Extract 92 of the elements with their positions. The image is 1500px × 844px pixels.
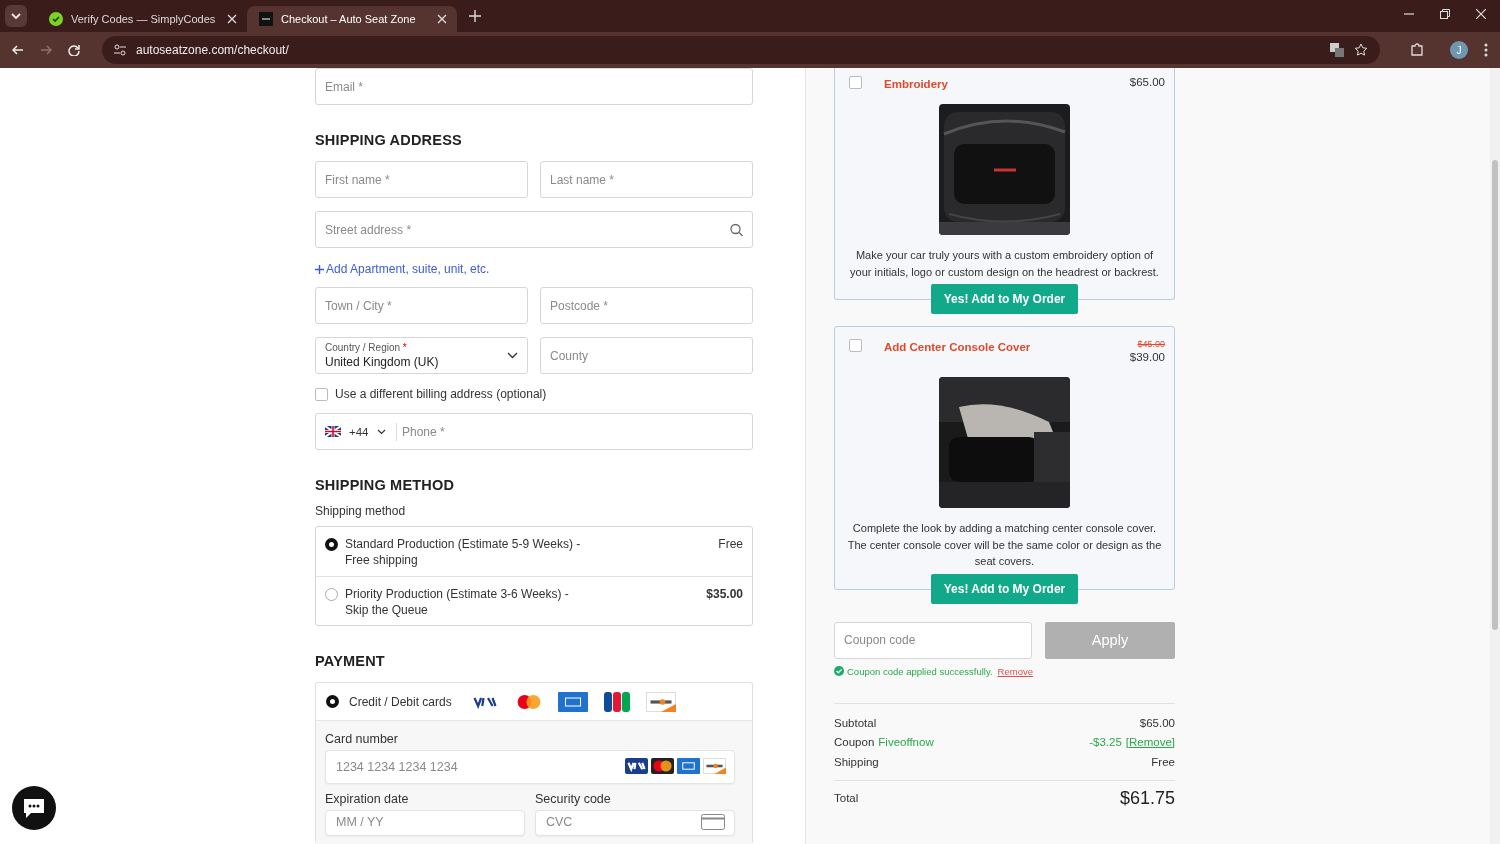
payment-method-label: Credit / Debit cards xyxy=(349,694,452,709)
chevron-down-icon xyxy=(507,352,518,359)
field-label: Country / Region * xyxy=(325,342,408,353)
forward-icon xyxy=(40,44,52,56)
upsell-title: Add Center Console Cover xyxy=(884,340,1032,353)
checkmark-icon xyxy=(49,12,63,26)
new-tab-icon[interactable] xyxy=(469,10,481,22)
country-select[interactable]: Country / Region * United Kingdom (UK) xyxy=(315,337,528,374)
jcb-logo-icon xyxy=(601,691,632,712)
old-price: $45.00 xyxy=(1137,339,1165,349)
card-icon xyxy=(701,814,725,830)
street-address-field[interactable]: Street address * xyxy=(315,211,753,248)
chevron-down-icon xyxy=(376,428,386,435)
site-icon xyxy=(259,12,273,26)
shipping-option[interactable]: Priority Production (Estimate 3-6 Weeks) - Skip the Queue $35.00 xyxy=(316,576,752,625)
upsell-title: Embroidery xyxy=(884,77,949,90)
option-label: Priority Production (Estimate 3-6 Weeks) - Skip the Queue xyxy=(345,586,570,618)
translate-icon[interactable] xyxy=(1330,43,1344,57)
select-value: United Kingdom (UK) xyxy=(325,355,440,369)
radio-button[interactable] xyxy=(325,538,338,551)
add-apartment-link[interactable]: Add Apartment, suite, unit, etc. xyxy=(315,262,490,276)
success-message: Coupon code applied successfully. xyxy=(847,665,993,677)
mastercard-logo-icon xyxy=(651,758,674,774)
first-name-field[interactable]: First name * xyxy=(315,161,528,198)
section-heading: SHIPPING ADDRESS xyxy=(315,132,463,148)
address-bar[interactable]: autoseatzone.com/checkout/ xyxy=(102,36,1380,64)
flag-icon xyxy=(325,426,341,437)
discover-logo-icon xyxy=(645,691,676,712)
close-icon[interactable] xyxy=(437,14,447,24)
country-code-select[interactable]: +44 xyxy=(325,422,397,441)
checkbox[interactable] xyxy=(849,76,862,89)
browser-tab[interactable]: Verify Codes — SimplyCodes xyxy=(37,6,247,32)
expiration-field[interactable]: MM / YY xyxy=(325,810,525,836)
visa-logo-icon xyxy=(625,758,648,774)
town-field[interactable]: Town / City * xyxy=(315,287,528,324)
price: $39.00 xyxy=(1129,351,1165,363)
option-price: Free xyxy=(718,536,743,552)
security-code-field[interactable]: CVC xyxy=(535,810,735,836)
upsell-description: Make your car truly yours with a custom embroidery option of your initials, logo or custom design on the headrest or backrest. xyxy=(849,248,1160,280)
county-field[interactable]: County xyxy=(540,337,753,374)
scroll-thumb[interactable] xyxy=(1492,160,1498,630)
option-price: $35.00 xyxy=(706,586,743,602)
radio-button[interactable] xyxy=(325,588,338,601)
shipping-label: Shipping xyxy=(834,754,879,770)
close-icon[interactable] xyxy=(227,14,237,24)
scrollbar[interactable] xyxy=(1490,68,1500,844)
discover-logo-icon xyxy=(703,758,726,774)
last-name-field[interactable]: Last name * xyxy=(540,161,753,198)
close-icon[interactable] xyxy=(1476,9,1486,19)
radio-button[interactable] xyxy=(326,695,339,708)
total-label: Total xyxy=(834,791,859,806)
coupon-code: Fiveoffnow xyxy=(878,735,934,750)
site-settings-icon xyxy=(114,44,126,56)
tab-title: Verify Codes — SimplyCodes xyxy=(71,13,217,25)
field-label: Security code xyxy=(535,792,612,806)
chat-icon xyxy=(22,797,46,819)
reload-icon[interactable] xyxy=(68,44,80,56)
checkbox[interactable] xyxy=(315,387,328,401)
email-field[interactable]: Email * xyxy=(315,68,753,105)
subtotal-value: $65.00 xyxy=(1139,715,1175,731)
search-icon xyxy=(730,223,743,236)
total-value: $61.75 xyxy=(1119,789,1175,809)
url-text: autoseatzone.com/checkout/ xyxy=(136,43,289,57)
subtotal-label: Subtotal xyxy=(834,715,877,731)
postcode-field[interactable]: Postcode * xyxy=(540,287,753,324)
discount-value: -$3.25 xyxy=(1089,735,1122,750)
upsell-description: Complete the look by adding a matching center console cover. The center console cover will be the same color or design as the seat covers. xyxy=(846,521,1163,569)
field-label: Shipping method xyxy=(315,504,407,518)
checkbox[interactable] xyxy=(849,339,862,352)
coupon-label: Coupon xyxy=(834,735,875,750)
option-label: Standard Production (Estimate 5-9 Weeks) - Free shipping xyxy=(345,536,582,568)
success-icon xyxy=(834,666,844,676)
restore-icon[interactable] xyxy=(1440,9,1450,19)
chat-button[interactable] xyxy=(12,786,56,830)
tab-list-icon[interactable] xyxy=(5,5,27,27)
amex-logo-icon xyxy=(677,758,700,774)
back-icon[interactable] xyxy=(12,44,24,56)
browser-tab[interactable]: Checkout – Auto Seat Zone xyxy=(247,6,457,32)
field-label: Expiration date xyxy=(325,792,410,806)
field-label: Card number xyxy=(325,732,399,746)
amex-logo-icon xyxy=(557,691,588,712)
tab-title: Checkout – Auto Seat Zone xyxy=(281,13,417,25)
plus-icon xyxy=(315,264,324,274)
puzzle-icon[interactable] xyxy=(1410,43,1424,57)
more-icon[interactable] xyxy=(1484,43,1488,57)
shipping-value: Free xyxy=(1151,754,1175,770)
checkbox-label: Use a different billing address (optional) xyxy=(335,387,547,401)
section-heading: PAYMENT xyxy=(315,653,386,669)
star-icon[interactable] xyxy=(1354,43,1368,57)
shipping-option[interactable]: Standard Production (Estimate 5-9 Weeks) - Free shipping Free xyxy=(316,527,752,576)
section-heading: SHIPPING METHOD xyxy=(315,477,456,493)
price: $65.00 xyxy=(1129,76,1165,88)
